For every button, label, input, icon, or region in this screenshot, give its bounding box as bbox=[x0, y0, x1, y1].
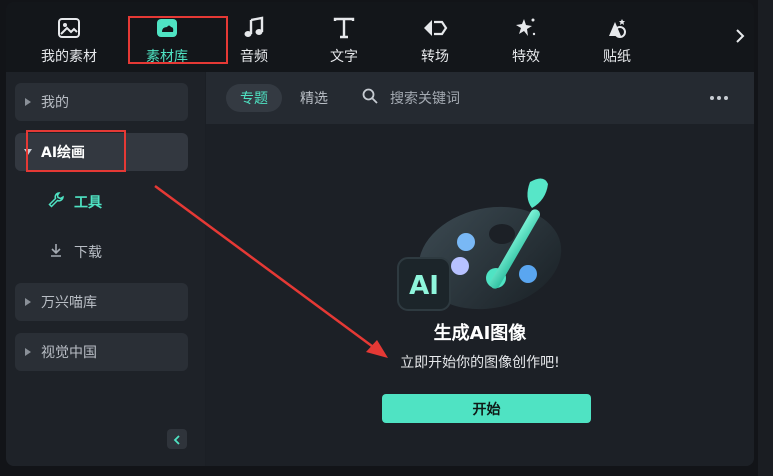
toolbar-label: 文字 bbox=[330, 49, 358, 65]
sidebar-item-mine[interactable]: 我的 bbox=[15, 83, 188, 121]
chevron-left-icon bbox=[173, 430, 181, 449]
caret-right-icon bbox=[15, 298, 41, 306]
hero-subtitle: 立即开始你的图像创作吧! bbox=[400, 355, 560, 371]
toolbar-label: 音频 bbox=[240, 49, 268, 65]
toolbar-effects[interactable]: 特效 bbox=[485, 2, 567, 72]
chevron-right-icon[interactable] bbox=[732, 24, 748, 48]
sidebar-subitem-tools[interactable]: 工具 bbox=[48, 190, 102, 214]
toolbar-stickers[interactable]: 贴纸 bbox=[576, 2, 658, 72]
effects-icon bbox=[513, 16, 539, 40]
sticker-icon bbox=[604, 16, 630, 40]
ai-badge-text: AI bbox=[409, 271, 439, 301]
search-input[interactable]: 搜索关键词 bbox=[362, 84, 460, 112]
tab-topics[interactable]: 专题 bbox=[226, 84, 282, 112]
search-icon bbox=[362, 88, 378, 108]
sidebar-subitem-download[interactable]: 下载 bbox=[48, 240, 102, 264]
text-icon bbox=[331, 16, 357, 40]
content-header: 专题 精选 搜索关键词 bbox=[206, 72, 754, 124]
toolbar-label: 特效 bbox=[512, 49, 540, 65]
search-placeholder: 搜索关键词 bbox=[390, 91, 460, 107]
toolbar-label: 贴纸 bbox=[603, 49, 631, 65]
toolbar-text[interactable]: 文字 bbox=[303, 2, 385, 72]
sidebar-item-label: 视觉中国 bbox=[41, 345, 97, 361]
sidebar-item-label: 万兴喵库 bbox=[41, 295, 97, 311]
content-area: 专题 精选 搜索关键词 AI 生成AI图像 立即开始你的图像创作吧! 开始 bbox=[206, 72, 754, 466]
annotation-highlight-ai-painting bbox=[26, 130, 126, 172]
toolbar-label: 转场 bbox=[421, 49, 449, 65]
top-toolbar: 我的素材 素材库 音频 文字 转场 特效 贴纸 bbox=[6, 2, 754, 72]
sidebar-item-visual-china[interactable]: 视觉中国 bbox=[15, 333, 188, 371]
media-panel: 我的素材 素材库 音频 文字 转场 特效 贴纸 我的 AI绘画 工具 下载 万兴… bbox=[6, 2, 754, 466]
tab-featured[interactable]: 精选 bbox=[286, 84, 342, 112]
sidebar-item-wondershare-library[interactable]: 万兴喵库 bbox=[15, 283, 188, 321]
wrench-icon bbox=[48, 192, 64, 212]
ai-palette-illustration: AI bbox=[392, 174, 572, 324]
toolbar-my-media[interactable]: 我的素材 bbox=[28, 2, 110, 72]
caret-right-icon bbox=[15, 348, 41, 356]
sidebar-subitem-label: 工具 bbox=[74, 195, 102, 211]
my-media-icon bbox=[56, 16, 82, 40]
start-button[interactable]: 开始 bbox=[382, 394, 591, 423]
sidebar-item-label: 我的 bbox=[41, 95, 69, 111]
music-note-icon bbox=[241, 16, 267, 40]
toolbar-label: 我的素材 bbox=[41, 49, 97, 65]
caret-right-icon bbox=[15, 98, 41, 106]
sidebar-subitem-label: 下载 bbox=[74, 245, 102, 261]
toolbar-transition[interactable]: 转场 bbox=[394, 2, 476, 72]
window-edge bbox=[758, 0, 773, 476]
annotation-highlight-library bbox=[128, 16, 228, 64]
more-options-icon[interactable] bbox=[708, 88, 730, 108]
collapse-sidebar-button[interactable] bbox=[167, 429, 187, 449]
transition-icon bbox=[422, 16, 448, 40]
hero-title: 生成AI图像 bbox=[433, 323, 527, 344]
download-icon bbox=[48, 242, 64, 262]
